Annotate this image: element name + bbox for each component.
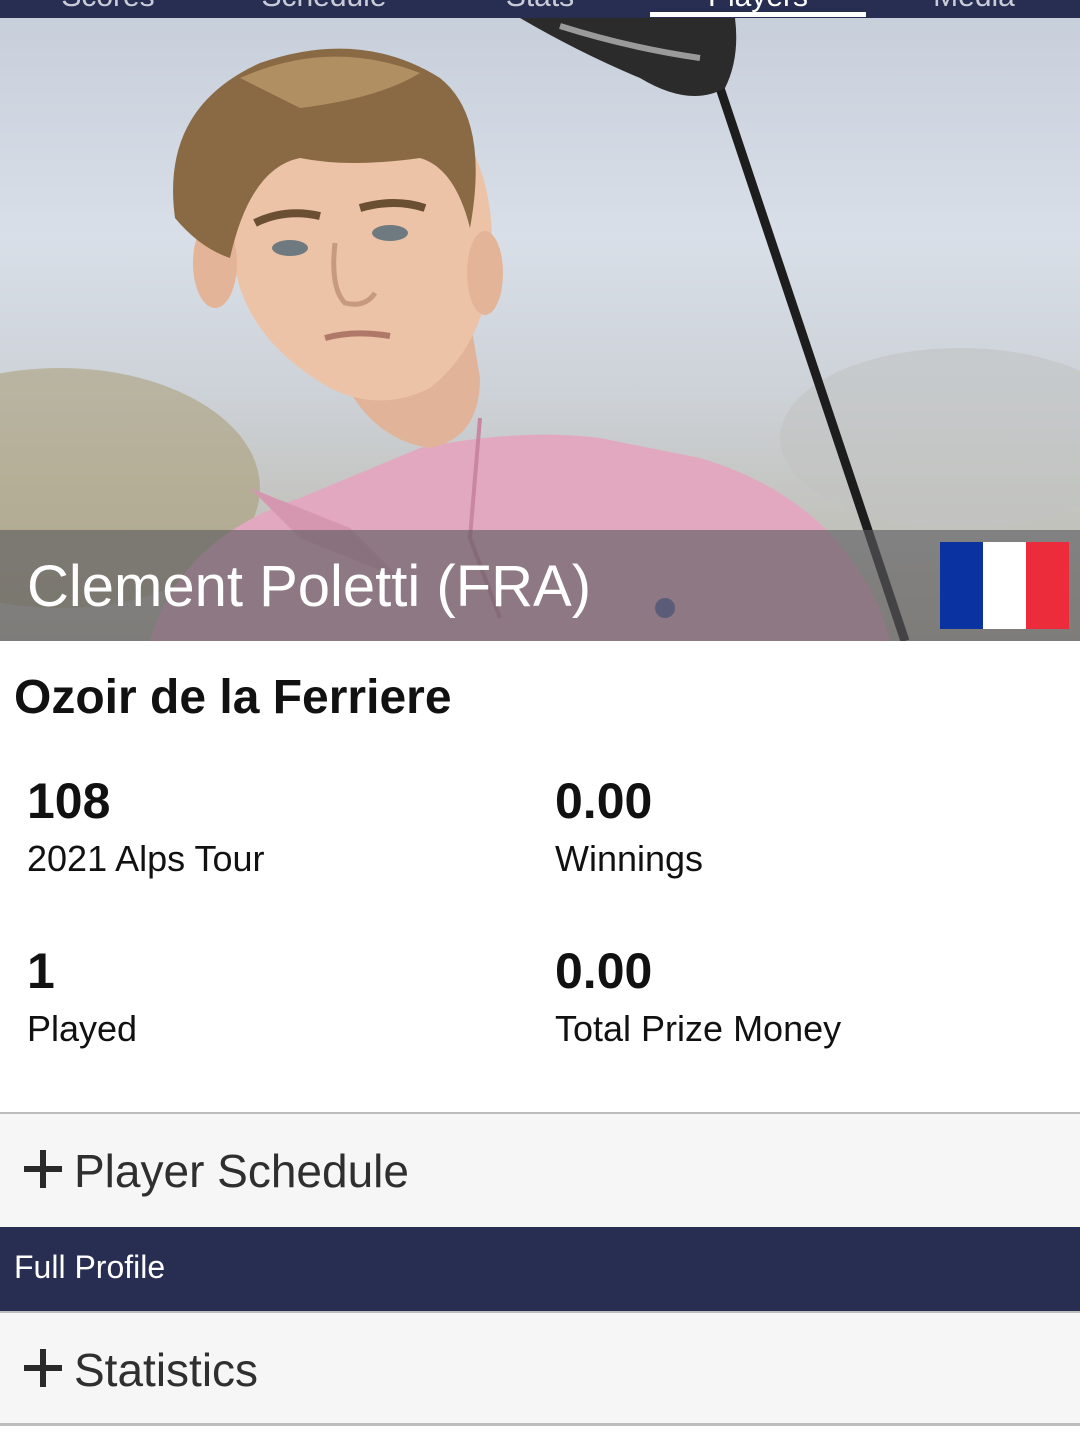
- tab-media[interactable]: Media: [866, 0, 1080, 18]
- full-profile-label: Full Profile: [14, 1249, 166, 1285]
- active-tab-indicator: [650, 12, 866, 17]
- tab-stats[interactable]: Stats: [432, 0, 648, 18]
- statistics-label: Statistics: [74, 1344, 259, 1396]
- stat-winnings-value: 0.00: [555, 773, 653, 829]
- stat-prize-money-label: Total Prize Money: [555, 1008, 842, 1049]
- player-schedule-toggle[interactable]: Player Schedule: [0, 1112, 1080, 1227]
- statistics-toggle[interactable]: Statistics: [0, 1311, 1080, 1426]
- flag-stripe-white: [983, 542, 1026, 629]
- player-name: Clement Poletti (FRA): [27, 554, 592, 619]
- tab-schedule[interactable]: Schedule: [216, 0, 432, 18]
- player-schedule-label: Player Schedule: [74, 1145, 409, 1197]
- stat-winnings: 0.00 Winnings: [555, 773, 703, 881]
- flag-stripe-blue: [940, 542, 983, 629]
- tab-scores[interactable]: Scores: [0, 0, 216, 18]
- player-photo: Clement Poletti (FRA): [0, 18, 1080, 641]
- stat-played-label: Played: [27, 1008, 138, 1049]
- france-flag-icon: [940, 542, 1069, 629]
- stat-ranking-value: 108: [27, 773, 111, 829]
- full-profile-header: Full Profile: [0, 1227, 1080, 1311]
- stat-prize-money-value: 0.00: [555, 943, 653, 999]
- flag-stripe-red: [1026, 542, 1069, 629]
- plus-icon: [24, 1349, 62, 1387]
- stat-winnings-label: Winnings: [555, 838, 704, 879]
- stat-ranking-label: 2021 Alps Tour: [27, 838, 265, 879]
- stat-played-value: 1: [27, 943, 55, 999]
- plus-icon: [24, 1150, 62, 1188]
- stat-ranking: 108 2021 Alps Tour: [27, 773, 265, 881]
- player-club: Ozoir de la Ferriere: [14, 671, 452, 724]
- player-name-bar: Clement Poletti (FRA): [0, 530, 1080, 641]
- stat-prize-money: 0.00 Total Prize Money: [555, 943, 841, 1051]
- stat-played: 1 Played: [27, 943, 137, 1051]
- top-nav: Scores Schedule Stats Players Media: [0, 0, 1080, 18]
